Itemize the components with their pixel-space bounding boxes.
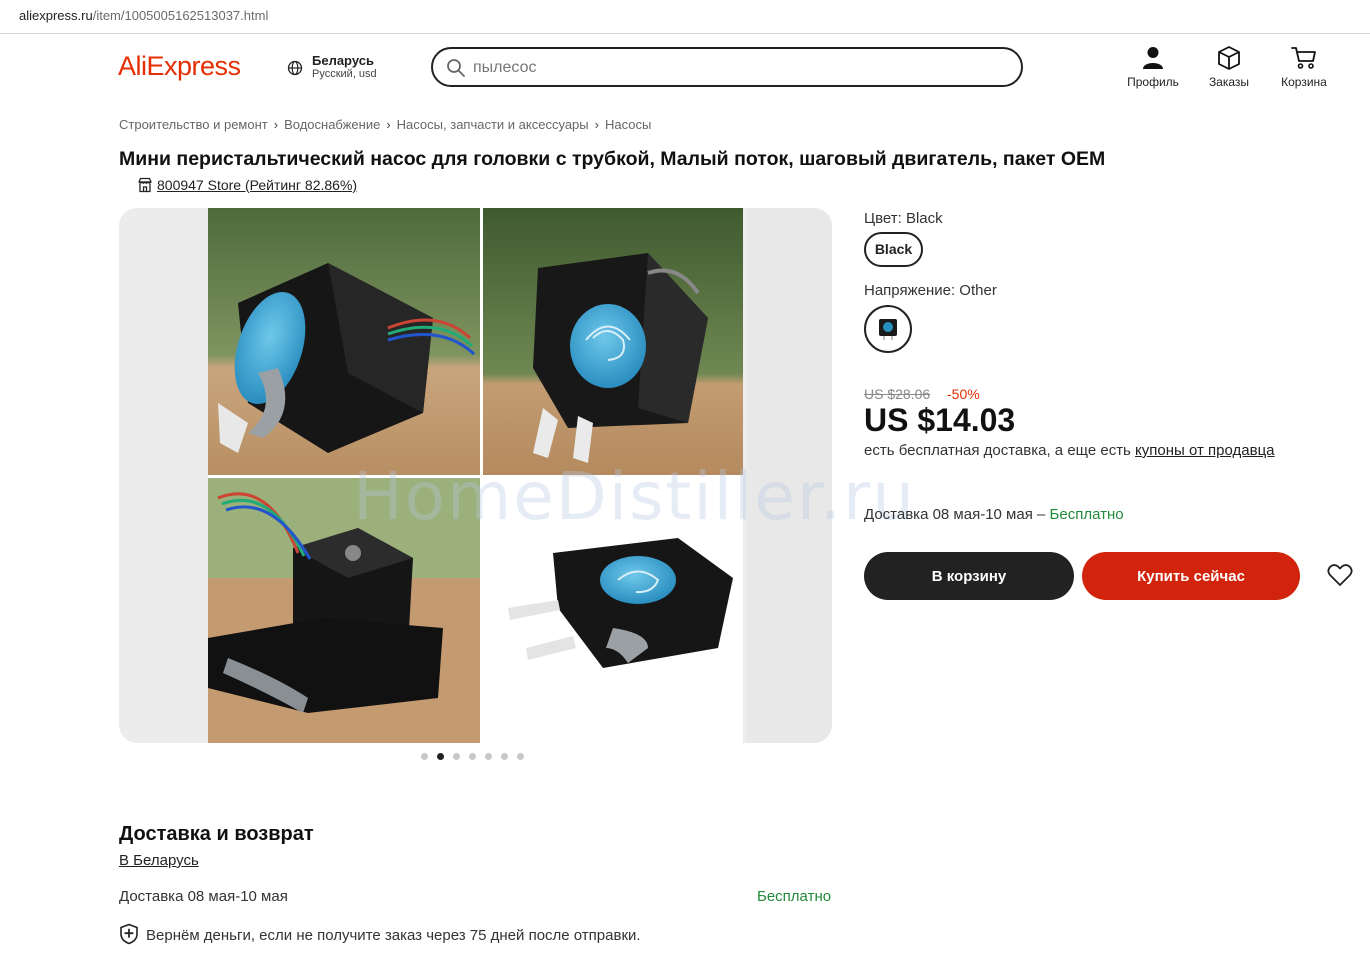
delivery-destination-link[interactable]: В Беларусь (119, 852, 199, 869)
url-path: /item/1005005162513037.html (92, 8, 269, 23)
user-icon (1143, 47, 1163, 69)
url-domain: aliexpress.ru (19, 8, 93, 23)
buy-now-button[interactable]: Купить сейчас (1082, 552, 1300, 600)
region-language-currency: Русский, usd (312, 68, 377, 80)
store-info[interactable]: 800947 Store (Рейтинг 82.86%) (137, 177, 357, 193)
delivery-section-dates: Доставка 08 мая-10 мая (119, 888, 288, 905)
voltage-option-thumbnail (879, 319, 897, 340)
product-gallery[interactable] (119, 208, 832, 743)
gallery-dot[interactable] (485, 753, 492, 760)
chevron-right-icon: › (594, 117, 599, 132)
chevron-right-icon: › (273, 117, 279, 132)
gallery-dot[interactable] (421, 753, 428, 760)
gallery-dot-active[interactable] (437, 753, 444, 760)
cart-icon (1291, 47, 1316, 69)
delivery-cost: Бесплатно (1049, 506, 1124, 523)
voltage-option-label: Напряжение: Other (864, 282, 997, 299)
url-text[interactable]: aliexpress.ru/item/1005005162513037.html (19, 8, 268, 23)
nav-profile[interactable]: Профиль (1118, 44, 1188, 89)
delivery-dates: Доставка 08 мая-10 мая – (864, 506, 1050, 523)
guarantee-text: Вернём деньги, если не получите заказ че… (146, 927, 641, 944)
nav-cart-label: Корзина (1281, 75, 1327, 89)
delivery-section-cost: Бесплатно (757, 888, 832, 905)
money-back-guarantee: Вернём деньги, если не получите заказ че… (119, 923, 641, 945)
browser-address-bar[interactable]: aliexpress.ru/item/1005005162513037.html (0, 0, 1370, 34)
region-country: Беларусь (312, 53, 374, 68)
shipping-note-text: есть бесплатная доставка, а еще есть (864, 442, 1136, 459)
add-to-cart-button[interactable]: В корзину (864, 552, 1074, 600)
search-icon[interactable] (446, 58, 466, 78)
store-icon (138, 177, 152, 193)
delivery-estimate: Доставка 08 мая-10 мая – Бесплатно (864, 506, 1124, 523)
nav-profile-label: Профиль (1127, 75, 1179, 89)
store-link[interactable]: 800947 Store (Рейтинг 82.86%) (157, 177, 357, 193)
breadcrumb-item[interactable]: Насосы (605, 117, 651, 132)
product-title: Мини перистальтический насос для головки… (119, 148, 1106, 170)
globe-icon (287, 60, 303, 76)
gallery-dot[interactable] (501, 753, 508, 760)
gallery-dot[interactable] (453, 753, 460, 760)
color-option-label: Цвет: Black (864, 210, 943, 227)
nav-orders[interactable]: Заказы (1194, 44, 1264, 89)
gallery-dot[interactable] (517, 753, 524, 760)
search-bar[interactable] (431, 47, 1023, 87)
gallery-pagination (421, 747, 533, 760)
product-next-image-preview[interactable] (747, 208, 832, 743)
voltage-option-other[interactable] (864, 305, 912, 353)
breadcrumb-item[interactable]: Насосы, запчасти и аксессуары (397, 117, 589, 132)
box-icon (1218, 46, 1240, 70)
breadcrumb: Строительство и ремонт › Водоснабжение › Нас… (119, 117, 651, 132)
search-input[interactable] (473, 57, 993, 79)
delivery-section-heading: Доставка и возврат (119, 823, 314, 845)
heart-icon[interactable] (1327, 563, 1353, 587)
nav-orders-label: Заказы (1208, 75, 1250, 89)
breadcrumb-item[interactable]: Водоснабжение (284, 117, 380, 132)
chevron-right-icon: › (386, 117, 391, 132)
shipping-note: есть бесплатная доставка, а еще есть куп… (864, 442, 1275, 459)
seller-coupons-link[interactable]: купоны от продавца (1135, 442, 1274, 459)
color-option-black[interactable]: Black (864, 232, 923, 267)
breadcrumb-item[interactable]: Строительство и ремонт (119, 117, 268, 132)
nav-cart[interactable]: Корзина (1269, 44, 1339, 89)
discount-badge: -50% (947, 386, 980, 402)
aliexpress-logo[interactable]: AliExpress (118, 51, 241, 82)
old-price: US $28.06 (864, 386, 931, 402)
shield-icon (120, 923, 138, 945)
product-main-image[interactable] (208, 208, 743, 743)
gallery-dot[interactable] (469, 753, 476, 760)
current-price: US $14.03 (864, 402, 1016, 438)
